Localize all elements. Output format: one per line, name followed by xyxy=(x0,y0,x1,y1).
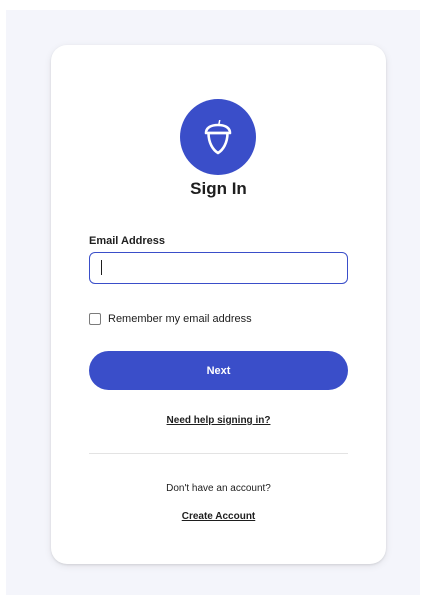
page-title: Sign In xyxy=(190,179,247,198)
remember-email-option[interactable]: Remember my email address xyxy=(89,313,252,325)
remember-label: Remember my email address xyxy=(108,313,252,325)
sign-in-card: Sign In Email Address Remember my email … xyxy=(51,45,386,564)
divider xyxy=(89,453,348,454)
email-field[interactable] xyxy=(89,252,348,284)
help-signing-in-link[interactable]: Need help signing in? xyxy=(51,415,386,426)
acorn-icon xyxy=(180,99,256,175)
text-caret xyxy=(101,260,102,275)
email-label: Email Address xyxy=(89,235,166,247)
next-button[interactable]: Next xyxy=(89,351,348,390)
remember-checkbox[interactable] xyxy=(89,313,101,325)
create-account-link[interactable]: Create Account xyxy=(51,511,386,522)
no-account-prompt: Don't have an account? xyxy=(166,483,271,494)
